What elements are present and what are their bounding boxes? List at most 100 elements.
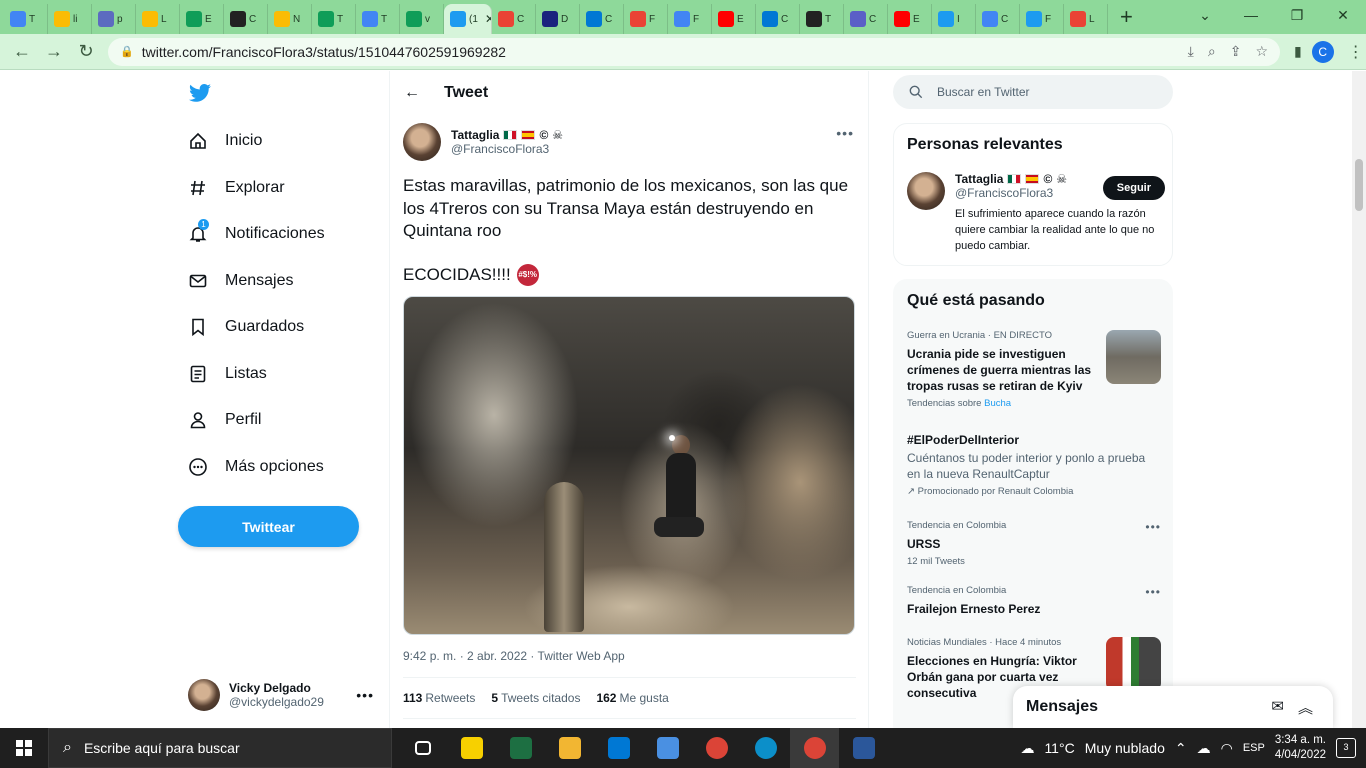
share-icon[interactable]: ⇪ bbox=[1230, 43, 1242, 60]
start-button[interactable] bbox=[0, 740, 48, 756]
trend-more-icon[interactable]: ••• bbox=[1145, 585, 1161, 599]
taskbar-app[interactable] bbox=[594, 728, 643, 768]
nav-item-label[interactable]: Notificaciones bbox=[225, 225, 325, 243]
close-window-icon[interactable]: ✕ bbox=[1320, 0, 1366, 30]
trend-title[interactable]: URSS bbox=[907, 536, 1161, 552]
nav-item-label[interactable]: Listas bbox=[225, 365, 267, 383]
page-scrollbar[interactable] bbox=[1352, 71, 1366, 728]
relevant-user-name-text[interactable]: Tattaglia bbox=[955, 172, 1003, 186]
tweet-author[interactable]: Tattaglia © ☠ @FranciscoFlora3 bbox=[403, 123, 563, 161]
back-arrow-icon[interactable]: ← bbox=[404, 84, 420, 102]
taskbar-app[interactable] bbox=[692, 728, 741, 768]
browser-tab[interactable]: v bbox=[400, 4, 444, 34]
tweet-stat[interactable]: 162 Me gusta bbox=[596, 691, 668, 705]
browser-tab[interactable]: li bbox=[48, 4, 92, 34]
browser-tab[interactable]: C bbox=[580, 4, 624, 34]
twitter-logo-icon[interactable] bbox=[188, 81, 212, 105]
nav-item-label[interactable]: Explorar bbox=[225, 179, 285, 197]
tweet-stat[interactable]: 5 Tweets citados bbox=[491, 691, 580, 705]
tab-search-icon[interactable]: ⌄ bbox=[1182, 0, 1228, 30]
browser-tab[interactable]: D bbox=[536, 4, 580, 34]
new-tab-button[interactable]: + bbox=[1120, 4, 1133, 30]
taskbar-app[interactable] bbox=[447, 728, 496, 768]
browser-tab[interactable]: L bbox=[1064, 4, 1108, 34]
browser-tab[interactable]: T bbox=[312, 4, 356, 34]
trend-item[interactable]: Tendencia en Colombia URSS 12 mil Tweets… bbox=[907, 520, 1161, 567]
trend-title[interactable]: Ucrania pide se investiguen crímenes de … bbox=[907, 346, 1092, 394]
minimize-icon[interactable]: — bbox=[1228, 0, 1274, 30]
nav-item-perfil[interactable]: Perfil bbox=[188, 406, 261, 434]
browser-tab[interactable]: C bbox=[976, 4, 1020, 34]
nav-item-label[interactable]: Guardados bbox=[225, 318, 304, 336]
author-name[interactable]: Tattaglia © ☠ bbox=[451, 128, 563, 142]
taskbar-app[interactable] bbox=[643, 728, 692, 768]
trend-title[interactable]: #ElPoderDelInterior bbox=[907, 432, 1161, 448]
author-avatar[interactable] bbox=[403, 123, 441, 161]
zoom-icon[interactable]: ⌕ bbox=[1208, 43, 1216, 60]
browser-tab[interactable]: E bbox=[712, 4, 756, 34]
relevant-user-avatar[interactable] bbox=[907, 172, 945, 210]
back-nav-icon[interactable]: ← bbox=[6, 41, 38, 62]
browser-tab[interactable]: (1 ✕ bbox=[444, 4, 492, 34]
trend-item[interactable]: Tendencia en Colombia Frailejon Ernesto … bbox=[907, 585, 1161, 617]
profile-avatar[interactable]: C bbox=[1311, 40, 1334, 63]
reload-icon[interactable]: ↻ bbox=[70, 41, 102, 62]
browser-tab[interactable]: C bbox=[492, 4, 536, 34]
browser-tab[interactable]: N bbox=[268, 4, 312, 34]
follow-button[interactable]: Seguir bbox=[1102, 176, 1165, 200]
language-indicator[interactable]: ESP bbox=[1243, 742, 1265, 754]
trend-sub-link[interactable]: Bucha bbox=[984, 398, 1011, 409]
browser-tab[interactable]: E bbox=[888, 4, 932, 34]
browser-tab[interactable]: L bbox=[136, 4, 180, 34]
lock-icon[interactable]: 🔒 bbox=[120, 45, 134, 58]
browser-tab[interactable]: F bbox=[624, 4, 668, 34]
browser-tab[interactable]: F bbox=[668, 4, 712, 34]
weather-icon[interactable]: ☁ bbox=[1020, 740, 1034, 757]
browser-tab[interactable]: T bbox=[356, 4, 400, 34]
tweet-more-icon[interactable]: ••• bbox=[836, 125, 854, 141]
nav-item-label[interactable]: Perfil bbox=[225, 411, 261, 429]
taskbar-app[interactable] bbox=[790, 728, 839, 768]
trend-thumbnail[interactable] bbox=[1106, 637, 1161, 691]
messages-drawer[interactable]: Mensajes ✉ ︽ bbox=[1013, 686, 1333, 728]
wifi-icon[interactable]: ◠ bbox=[1221, 740, 1233, 757]
nav-item-label[interactable]: Inicio bbox=[225, 132, 262, 150]
browser-tab[interactable]: T bbox=[4, 4, 48, 34]
bookmark-star-icon[interactable]: ☆ bbox=[1255, 43, 1268, 60]
forward-nav-icon[interactable]: → bbox=[38, 41, 70, 62]
nav-item-guardados[interactable]: Guardados bbox=[188, 313, 304, 341]
trend-item[interactable]: Guerra en Ucrania · EN DIRECTO Ucrania p… bbox=[907, 330, 1161, 409]
author-name-text[interactable]: Tattaglia bbox=[451, 128, 499, 142]
weather-temp[interactable]: 11°C bbox=[1044, 740, 1074, 756]
nav-item-label[interactable]: Mensajes bbox=[225, 272, 293, 290]
nav-item-más-opciones[interactable]: Más opciones bbox=[188, 453, 324, 481]
new-message-icon[interactable]: ✉ bbox=[1271, 697, 1284, 718]
nav-item-inicio[interactable]: Inicio bbox=[188, 127, 262, 155]
taskbar-app[interactable] bbox=[741, 728, 790, 768]
browser-tab[interactable]: T bbox=[800, 4, 844, 34]
browser-tab[interactable]: C bbox=[844, 4, 888, 34]
taskbar-app[interactable] bbox=[398, 728, 447, 768]
search-input[interactable]: Buscar en Twitter bbox=[893, 75, 1173, 109]
browser-tab[interactable]: E bbox=[180, 4, 224, 34]
trend-item[interactable]: #ElPoderDelInterior Cuéntanos tu poder i… bbox=[907, 432, 1161, 497]
tab-close-icon[interactable]: ✕ bbox=[485, 12, 491, 26]
taskbar-app[interactable] bbox=[839, 728, 888, 768]
browser-tab[interactable]: C bbox=[756, 4, 800, 34]
tweet-compose-button[interactable]: Twittear bbox=[178, 506, 359, 547]
nav-item-label[interactable]: Más opciones bbox=[225, 458, 324, 476]
taskbar-app[interactable] bbox=[545, 728, 594, 768]
trend-more-icon[interactable]: ••• bbox=[1145, 520, 1161, 534]
account-switcher[interactable]: Vicky Delgado @vickydelgado29 ••• bbox=[188, 677, 374, 713]
tray-chevron-icon[interactable]: ⌃ bbox=[1175, 740, 1187, 757]
scrollbar-thumb[interactable] bbox=[1355, 159, 1363, 211]
trend-thumbnail[interactable] bbox=[1106, 330, 1161, 384]
browser-tab[interactable]: I bbox=[932, 4, 976, 34]
address-bar[interactable]: 🔒 twitter.com/FranciscoFlora3/status/151… bbox=[108, 37, 1280, 66]
clock[interactable]: 3:34 a. m. 4/04/2022 bbox=[1275, 733, 1326, 763]
browser-tab[interactable]: p bbox=[92, 4, 136, 34]
nav-item-mensajes[interactable]: Mensajes bbox=[188, 267, 293, 295]
restore-icon[interactable]: ❐ bbox=[1274, 0, 1320, 30]
browser-tab[interactable]: C bbox=[224, 4, 268, 34]
cloud-sync-icon[interactable]: ☁ bbox=[1197, 740, 1211, 757]
